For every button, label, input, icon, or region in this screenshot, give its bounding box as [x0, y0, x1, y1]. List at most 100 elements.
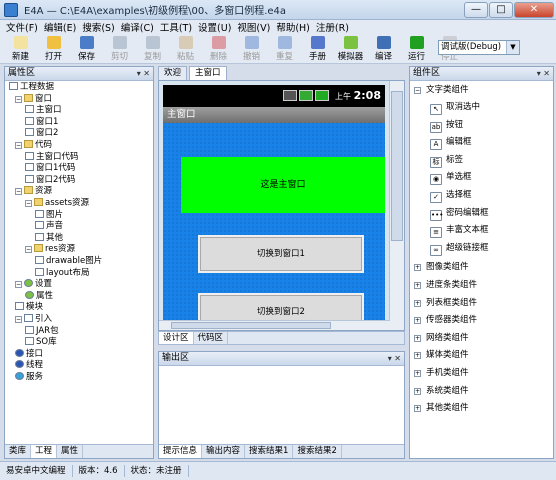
main-label[interactable]: 这是主窗口	[181, 157, 385, 213]
output-tab[interactable]: 提示信息	[159, 445, 203, 458]
tree-item[interactable]: 属性	[25, 290, 53, 302]
tree-item[interactable]: SO库	[25, 337, 57, 348]
group-toggle-icon[interactable]: −	[414, 87, 421, 94]
view-tab[interactable]: 代码区	[194, 332, 229, 344]
tree-item[interactable]: drawable图片	[35, 256, 102, 267]
chevron-down-icon[interactable]: ▼	[506, 41, 519, 54]
tree-item[interactable]: 声音	[35, 221, 63, 232]
tree-toggle-icon[interactable]: −	[25, 246, 32, 254]
menu-item[interactable]: 搜索(S)	[82, 20, 114, 34]
output-tab[interactable]: 搜索结果2	[293, 445, 342, 458]
component-item[interactable]: ◉ 单选框	[430, 171, 472, 186]
tree-toggle-icon[interactable]: −	[25, 200, 32, 207]
tree-item[interactable]: − 窗口	[15, 93, 52, 105]
tree-toggle-icon[interactable]: −	[15, 281, 22, 289]
tree-item[interactable]: 接口	[15, 348, 43, 360]
menu-item[interactable]: 编译(C)	[121, 20, 154, 34]
toolbar-button[interactable]: 删除	[202, 34, 235, 64]
tree-item[interactable]: 线程	[15, 360, 43, 371]
maximize-button[interactable]: □	[489, 2, 513, 18]
toolbar-button[interactable]: 手册	[301, 34, 334, 64]
component-group[interactable]: + 图像类组件	[414, 261, 469, 274]
tree-toggle-icon[interactable]: −	[15, 188, 22, 196]
close-button[interactable]: ✕	[514, 2, 554, 18]
component-item[interactable]: ab 按钮	[430, 119, 463, 133]
group-toggle-icon[interactable]: +	[414, 299, 421, 307]
component-item[interactable]: ≡ 丰富文本框	[430, 224, 489, 239]
component-item[interactable]: ••• 密码编辑框	[430, 207, 489, 221]
group-toggle-icon[interactable]: +	[414, 405, 421, 413]
component-group[interactable]: + 列表框类组件	[414, 297, 477, 310]
tree-item[interactable]: − assets资源	[25, 198, 89, 209]
panel-pin-close-icon[interactable]: ▾ ✕	[537, 67, 550, 80]
toolbar-button[interactable]: 重复	[268, 34, 301, 64]
component-group[interactable]: + 网络类组件	[414, 332, 469, 345]
toolbar-button[interactable]: 复制	[136, 34, 169, 64]
menu-item[interactable]: 设置(U)	[198, 20, 231, 34]
menu-item[interactable]: 注册(R)	[316, 20, 349, 34]
menu-item[interactable]: 文件(F)	[6, 20, 38, 34]
tree-item[interactable]: 服务	[15, 372, 43, 383]
tree-item[interactable]: 图片	[35, 209, 63, 221]
component-group[interactable]: + 手机类组件	[414, 367, 469, 380]
scroll-thumb[interactable]	[171, 322, 331, 329]
toolbar-button[interactable]: 剪切	[103, 34, 136, 64]
component-group[interactable]: + 其他类组件	[414, 402, 469, 415]
tree-item[interactable]: JAR包	[25, 325, 59, 337]
tree-item[interactable]: 模块	[15, 302, 43, 313]
panel-tab[interactable]: 类库	[5, 445, 32, 458]
menu-item[interactable]: 编辑(E)	[44, 20, 76, 34]
tree-item[interactable]: 窗口2	[25, 128, 58, 139]
tree-item[interactable]: 工程数据	[9, 82, 54, 93]
tree-item[interactable]: − 资源	[15, 186, 52, 197]
menu-item[interactable]: 视图(V)	[237, 20, 270, 34]
component-group[interactable]: + 传感器类组件	[414, 314, 477, 327]
tree-item[interactable]: − 设置	[15, 279, 52, 290]
group-toggle-icon[interactable]: +	[414, 282, 421, 289]
tree-item[interactable]: 窗口1	[25, 116, 58, 128]
tree-item[interactable]: − res资源	[25, 244, 75, 255]
tree-toggle-icon[interactable]: −	[15, 142, 22, 149]
group-toggle-icon[interactable]: +	[414, 370, 421, 377]
toolbar-button[interactable]: 运行	[400, 34, 433, 64]
group-toggle-icon[interactable]: +	[414, 264, 421, 272]
horizontal-scrollbar[interactable]	[159, 320, 390, 330]
vertical-scrollbar[interactable]	[389, 81, 404, 330]
panel-tab[interactable]: 工程	[31, 445, 58, 458]
tree-item[interactable]: layout布局	[35, 267, 90, 279]
tree-toggle-icon[interactable]: −	[15, 95, 22, 103]
toolbar-button[interactable]: 新建	[4, 34, 37, 64]
component-item[interactable]: ✓ 选择框	[430, 189, 472, 203]
document-tab[interactable]: 主窗口	[189, 66, 227, 80]
tree-item[interactable]: 窗口1代码	[25, 163, 75, 174]
group-toggle-icon[interactable]: +	[414, 352, 421, 360]
tree-item[interactable]: 主窗口代码	[25, 151, 79, 163]
component-item[interactable]: A 编辑框	[430, 136, 472, 151]
minimize-button[interactable]: —	[464, 2, 488, 18]
group-toggle-icon[interactable]: +	[414, 317, 421, 325]
component-item[interactable]: ↖ 取消选中	[430, 101, 480, 115]
panel-pin-close-icon[interactable]: ▾ ✕	[137, 67, 150, 80]
group-toggle-icon[interactable]: +	[414, 387, 421, 395]
component-item[interactable]: ∞ 超级链接框	[430, 242, 489, 256]
group-toggle-icon[interactable]: +	[414, 334, 421, 342]
toolbar-button[interactable]: 模拟器	[334, 34, 367, 64]
output-tab[interactable]: 输出内容	[202, 445, 246, 458]
toolbar-button[interactable]: 保存	[70, 34, 103, 64]
tree-item[interactable]: − 引入	[15, 314, 52, 325]
tree-item[interactable]: 其他	[35, 232, 63, 244]
component-group[interactable]: + 系统类组件	[414, 385, 469, 398]
component-item[interactable]: 标标签	[430, 154, 463, 168]
document-tab[interactable]: 欢迎	[158, 66, 188, 80]
output-tab[interactable]: 搜索结果1	[245, 445, 294, 458]
toolbar-button[interactable]: 编译	[367, 34, 400, 64]
tree-toggle-icon[interactable]: −	[15, 316, 22, 323]
toolbar-button[interactable]: 撤销	[235, 34, 268, 64]
component-group[interactable]: + 进度条类组件	[414, 279, 477, 292]
panel-pin-close-icon[interactable]: ▾ ✕	[388, 352, 401, 365]
switch-window1-button[interactable]: 切换到窗口1	[198, 235, 364, 273]
component-group[interactable]: − 文字类组件	[414, 84, 469, 97]
tree-item[interactable]: 窗口2代码	[25, 174, 75, 186]
tree-item[interactable]: 主窗口	[25, 105, 62, 116]
menu-item[interactable]: 帮助(H)	[276, 20, 310, 34]
